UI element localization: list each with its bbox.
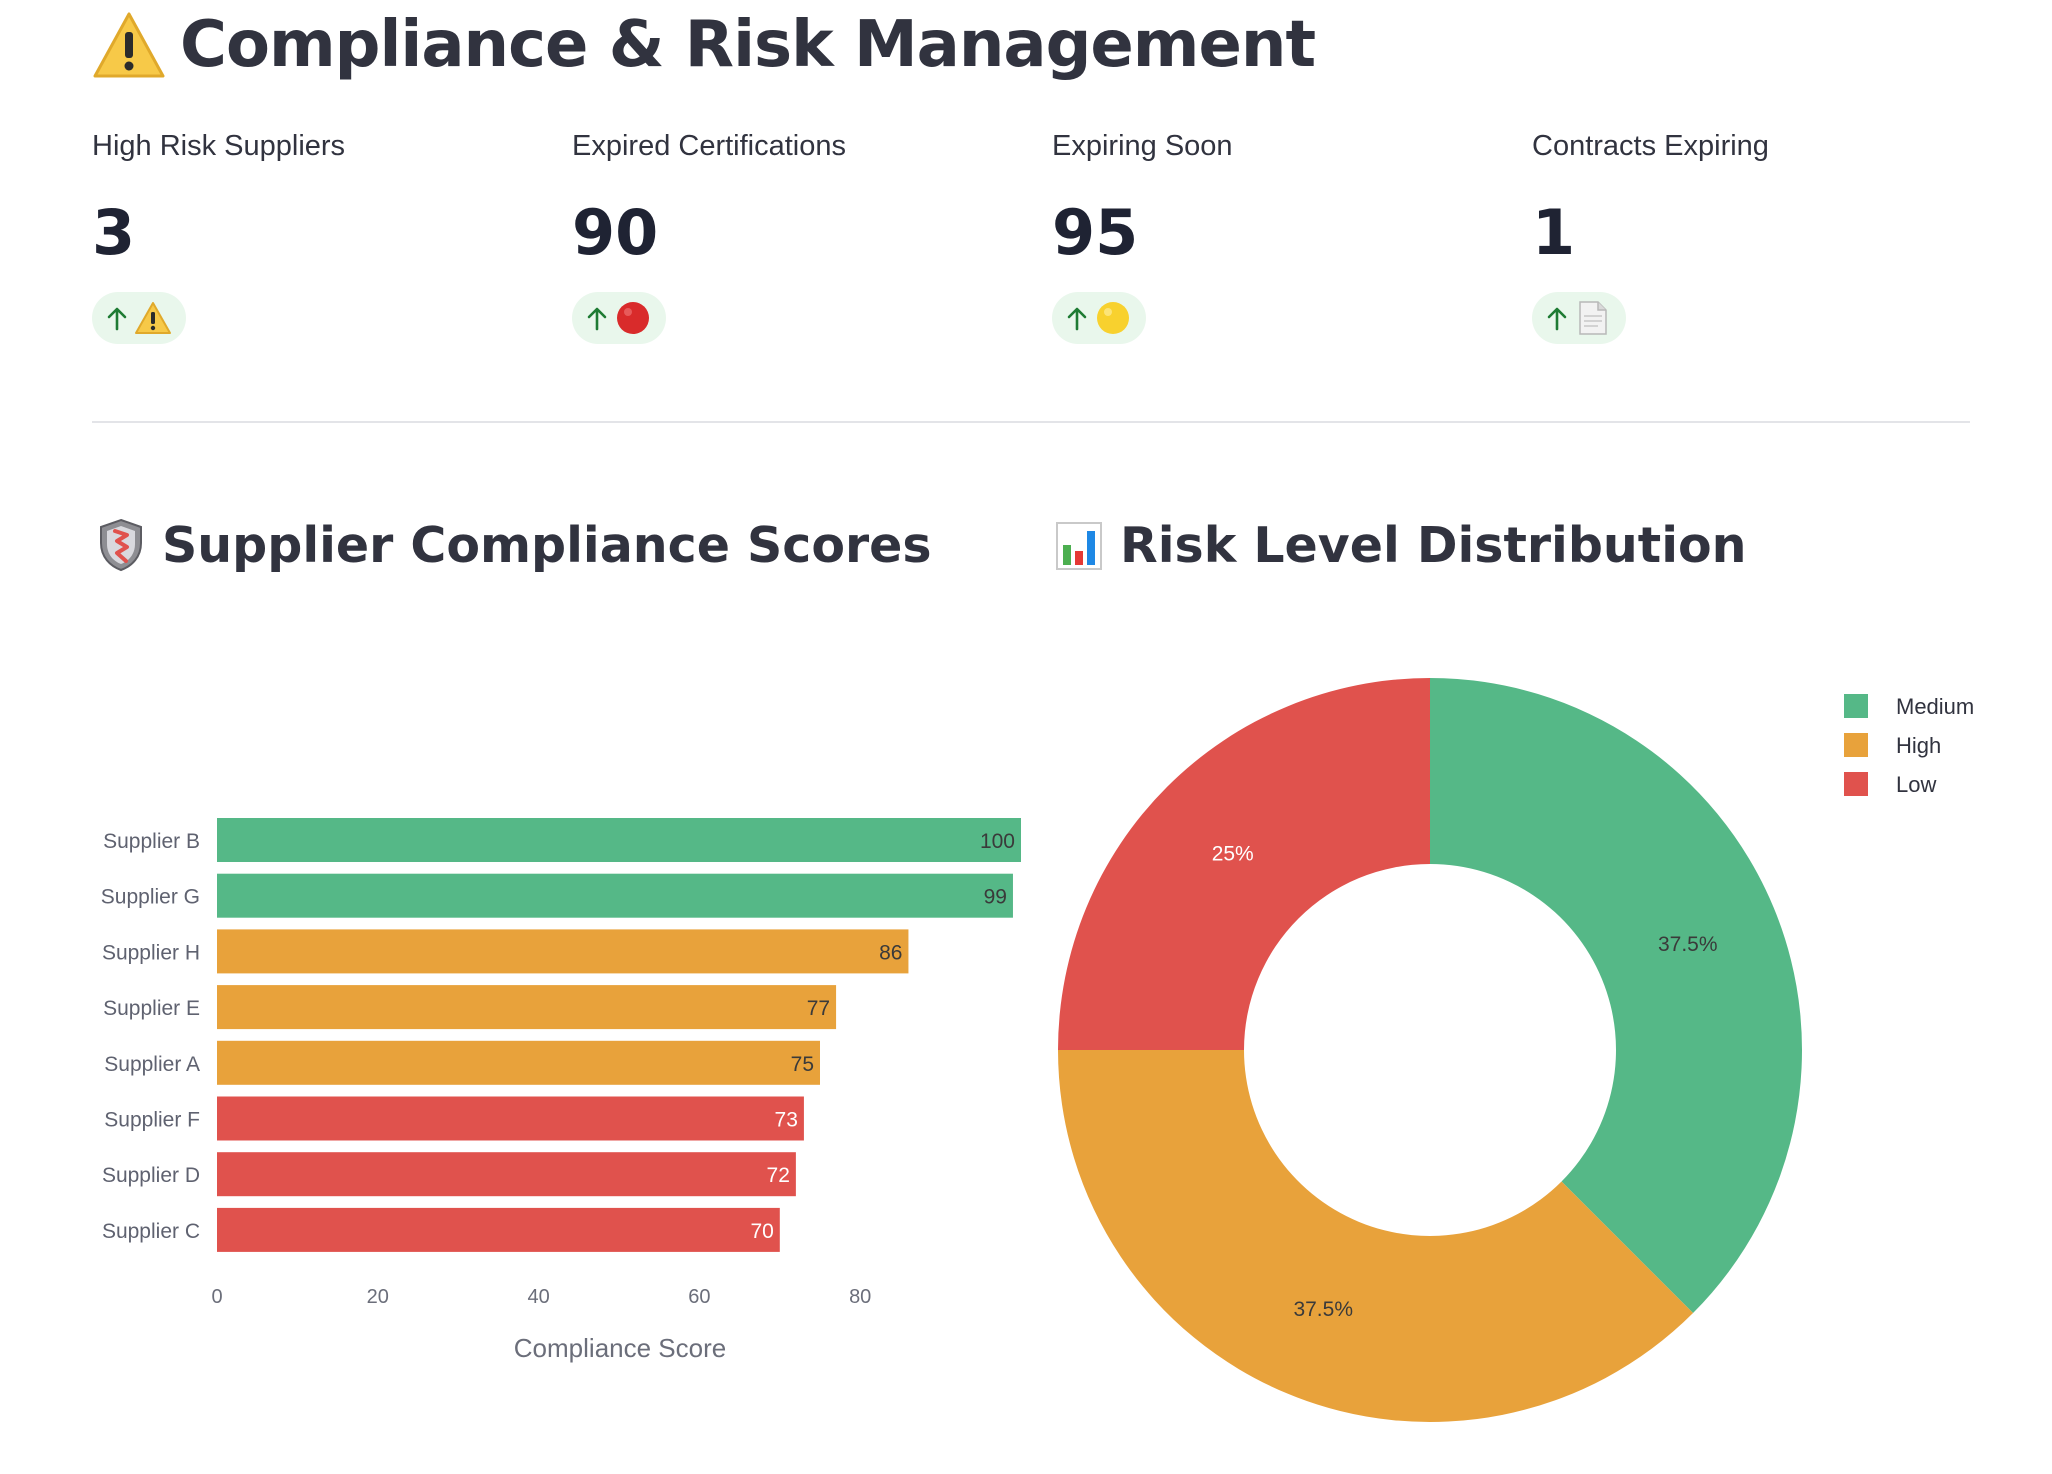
- slice-label: 37.5%: [1293, 1298, 1353, 1321]
- legend-label[interactable]: Low: [1896, 772, 1936, 797]
- legend-label[interactable]: High: [1896, 733, 1941, 758]
- legend-swatch[interactable]: [1844, 694, 1868, 718]
- legend-swatch[interactable]: [1844, 772, 1868, 796]
- slice-label: 37.5%: [1658, 933, 1718, 956]
- legend-swatch[interactable]: [1844, 733, 1868, 757]
- slice-label: 25%: [1212, 843, 1254, 866]
- legend-label[interactable]: Medium: [1896, 694, 1974, 719]
- risk-donut-chart: 37.5% 37.5% 25% Medium High Low: [1058, 678, 1974, 1423]
- donut-slice[interactable]: [1058, 1050, 1694, 1423]
- donut-slice[interactable]: [1430, 678, 1802, 1314]
